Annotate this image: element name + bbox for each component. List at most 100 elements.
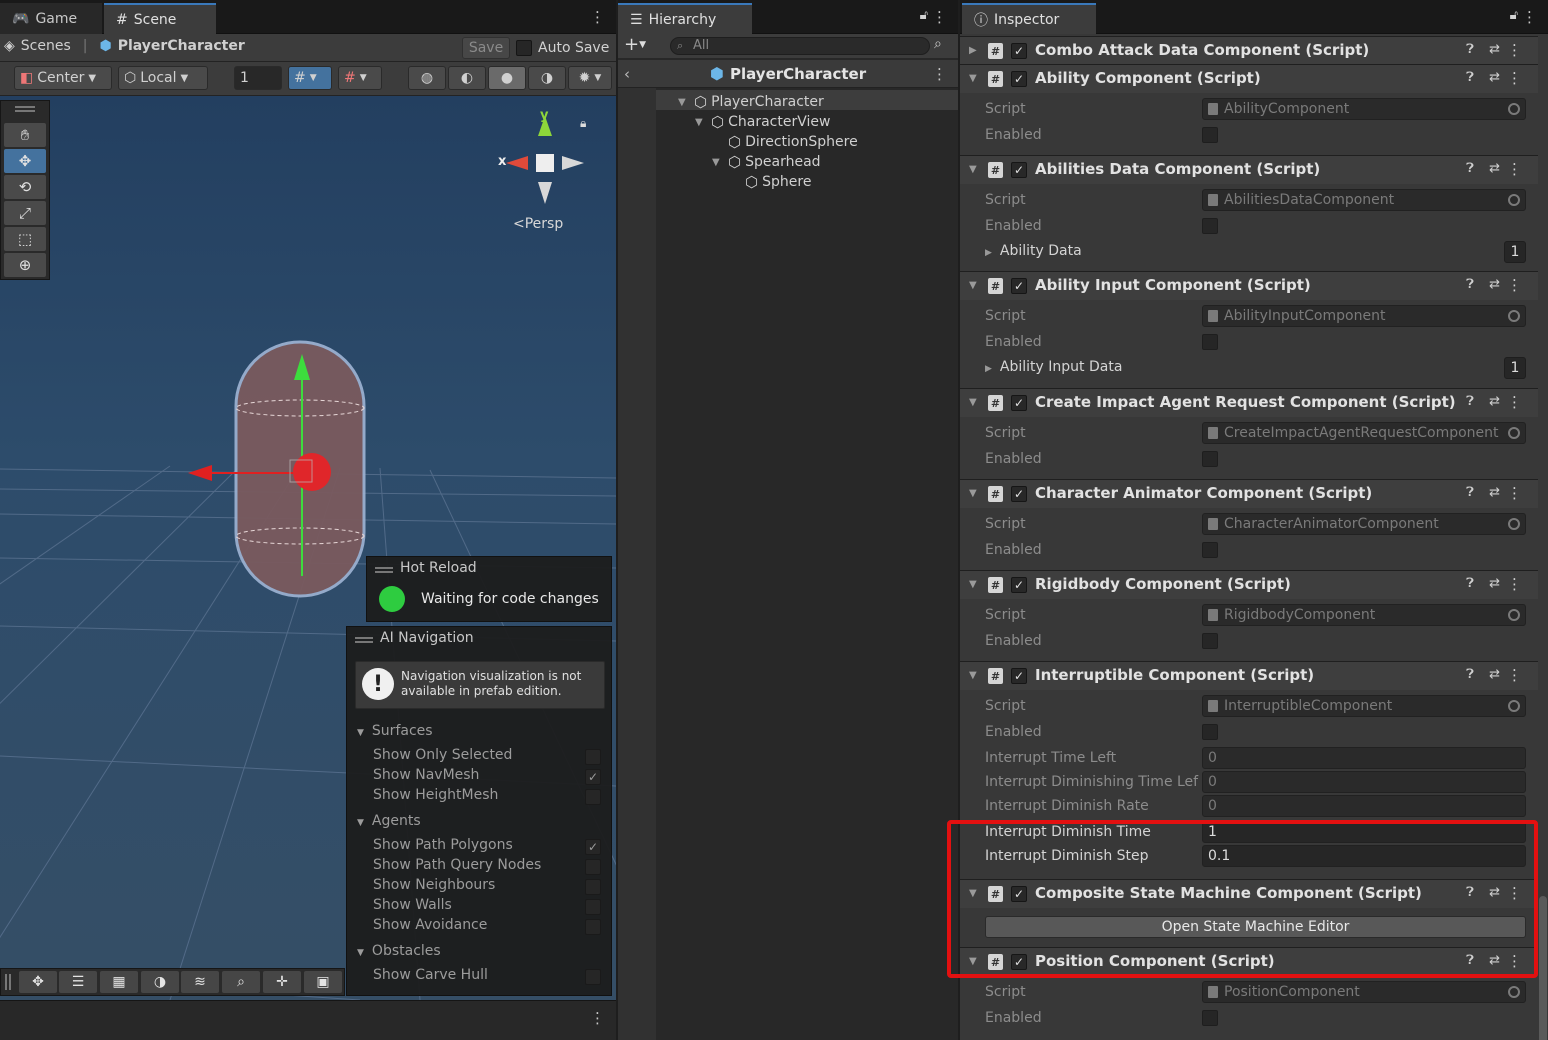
option-checkbox[interactable] [585, 969, 601, 985]
script-field[interactable]: CharacterAnimatorComponent [1202, 513, 1526, 535]
increment-snap-toggle[interactable]: # ▼ [338, 66, 382, 90]
preset-icon[interactable]: ⇄ [1489, 161, 1500, 176]
component-menu-icon[interactable]: ⋮ [1507, 484, 1522, 502]
component-enabled-checkbox[interactable]: ✓ [1011, 71, 1027, 87]
lock-icon[interactable]: 🔓︎ [920, 8, 928, 23]
array-foldout[interactable]: ▶ Ability Input Data [985, 359, 1122, 375]
preset-icon[interactable]: ⇄ [1489, 885, 1500, 900]
grid-lines-icon[interactable]: ▦ [100, 971, 138, 993]
help-icon[interactable]: ❓︎ [1466, 161, 1474, 176]
component-enabled-checkbox[interactable]: ✓ [1011, 668, 1027, 684]
caret-down-icon[interactable]: ▼ [678, 97, 690, 108]
rotate-tool-icon[interactable]: ⟲ [4, 175, 46, 199]
drag-handle-icon[interactable] [355, 637, 373, 639]
number-field[interactable]: 0 [1202, 771, 1526, 793]
fx-toggle[interactable]: ◑ [528, 66, 566, 90]
breadcrumb-scenes[interactable]: Scenes [21, 38, 71, 54]
lock-icon[interactable]: 🔒︎ [580, 116, 586, 131]
enabled-checkbox[interactable] [1202, 451, 1218, 467]
prefab-more-icon[interactable]: ⋮ [932, 65, 947, 83]
script-field[interactable]: AbilitiesDataComponent [1202, 189, 1526, 211]
move-snap-icon[interactable]: ✥ [19, 971, 57, 993]
number-field[interactable]: 1 [1202, 821, 1526, 843]
inspector-scrollbar[interactable] [1538, 34, 1548, 1040]
component-menu-icon[interactable]: ⋮ [1507, 276, 1522, 294]
caret-down-icon[interactable]: ▼ [969, 956, 977, 967]
object-picker-icon[interactable] [1508, 518, 1520, 530]
component-enabled-checkbox[interactable]: ✓ [1011, 278, 1027, 294]
grid-snap-toggle[interactable]: # ▼ [288, 66, 332, 90]
draw-mode-button[interactable]: ◍ [408, 66, 446, 90]
lock-icon[interactable]: 🔓︎ [1510, 8, 1518, 23]
option-checkbox[interactable] [585, 879, 601, 895]
enabled-checkbox[interactable] [1202, 1010, 1218, 1026]
script-field[interactable]: PositionComponent [1202, 981, 1526, 1003]
component-menu-icon[interactable]: ⋮ [1507, 160, 1522, 178]
preset-icon[interactable]: ⇄ [1489, 70, 1500, 85]
hierarchy-item[interactable]: ⬡ DirectionSphere [712, 132, 858, 152]
section-header[interactable]: ▼ Surfaces [357, 723, 433, 739]
breadcrumb-prefab[interactable]: PlayerCharacter [118, 38, 245, 54]
array-size-field[interactable]: 1 [1504, 357, 1526, 379]
number-field[interactable]: 0 [1202, 747, 1526, 769]
object-picker-icon[interactable] [1508, 310, 1520, 322]
component-header[interactable]: ▼ # ✓ Create Impact Agent Request Component… [960, 389, 1548, 417]
array-foldout[interactable]: ▶ Ability Data [985, 243, 1082, 259]
hand-tool-icon[interactable]: ✋︎ [4, 123, 46, 147]
section-header[interactable]: ▼ Agents [357, 813, 421, 829]
help-icon[interactable]: ❓︎ [1466, 394, 1474, 409]
align-icon[interactable]: ☰ [59, 971, 97, 993]
caret-down-icon[interactable]: ▼ [969, 488, 977, 499]
object-picker-icon[interactable] [1508, 700, 1520, 712]
preset-icon[interactable]: ⇄ [1489, 394, 1500, 409]
lighting-toggle[interactable]: ● [488, 66, 526, 90]
search-options-icon[interactable]: ⌕ [934, 36, 942, 52]
enabled-checkbox[interactable] [1202, 542, 1218, 558]
auto-save-checkbox[interactable] [516, 40, 532, 56]
caret-down-icon[interactable]: ▼ [969, 670, 977, 681]
more-icon[interactable]: ⋮ [590, 1009, 605, 1027]
object-picker-icon[interactable] [1508, 103, 1520, 115]
pivot-cross-icon[interactable]: ✛ [263, 971, 301, 993]
preset-icon[interactable]: ⇄ [1489, 576, 1500, 591]
scrollbar-thumb[interactable] [1539, 896, 1547, 1040]
drag-handle-icon[interactable] [15, 106, 35, 108]
component-enabled-checkbox[interactable]: ✓ [1011, 395, 1027, 411]
open-state-machine-editor-button[interactable]: Open State Machine Editor [985, 916, 1526, 938]
option-checkbox[interactable] [585, 789, 601, 805]
preset-icon[interactable]: ⇄ [1489, 485, 1500, 500]
caret-down-icon[interactable]: ▼ [695, 117, 707, 128]
tab-hierarchy[interactable]: ☰ Hierarchy [618, 3, 752, 34]
component-enabled-checkbox[interactable]: ✓ [1011, 886, 1027, 902]
option-checkbox[interactable] [585, 899, 601, 915]
preset-icon[interactable]: ⇄ [1489, 953, 1500, 968]
component-header[interactable]: ▼ # ✓ Character Animator Component (Script)… [960, 480, 1548, 508]
enabled-checkbox[interactable] [1202, 633, 1218, 649]
hierarchy-item[interactable]: ▼ ⬡ PlayerCharacter [678, 92, 824, 112]
hierarchy-item[interactable]: ▼ ⬡ CharacterView [695, 112, 830, 132]
help-icon[interactable]: ❓︎ [1466, 277, 1474, 292]
move-tool-icon[interactable]: ✥ [4, 149, 46, 173]
save-button[interactable]: Save [462, 37, 510, 59]
enabled-checkbox[interactable] [1202, 724, 1218, 740]
option-checkbox[interactable] [585, 749, 601, 765]
add-icon[interactable]: +▼ [624, 34, 646, 55]
occlusion-icon[interactable]: ◑ [141, 971, 179, 993]
script-field[interactable]: RigidbodyComponent [1202, 604, 1526, 626]
preset-icon[interactable]: ⇄ [1489, 42, 1500, 57]
object-picker-icon[interactable] [1508, 194, 1520, 206]
tab-game[interactable]: 🎮 Game [0, 3, 102, 34]
component-menu-icon[interactable]: ⋮ [1507, 666, 1522, 684]
projection-toggle[interactable]: <Persp [513, 216, 563, 232]
hierarchy-item[interactable]: ▼ ⬡ Spearhead [712, 152, 821, 172]
option-checkbox[interactable] [585, 919, 601, 935]
object-picker-icon[interactable] [1508, 427, 1520, 439]
component-header[interactable]: ▼ # ✓ Composite State Machine Component (Sc… [960, 880, 1548, 908]
caret-down-icon[interactable]: ▼ [712, 157, 724, 168]
component-header[interactable]: ▼ # ✓ Position Component (Script) ❓︎ ⇄ ⋮ [960, 948, 1548, 976]
tab-scene[interactable]: # Scene [104, 3, 216, 34]
component-enabled-checkbox[interactable]: ✓ [1011, 486, 1027, 502]
inspector-more-icon[interactable]: ⋮ [1522, 8, 1537, 26]
component-header[interactable]: ▼ # ✓ Interruptible Component (Script) ❓︎ ⇄ ⋮ [960, 662, 1548, 690]
component-header[interactable]: ▼ # ✓ Rigidbody Component (Script) ❓︎ ⇄ ⋮ [960, 571, 1548, 599]
